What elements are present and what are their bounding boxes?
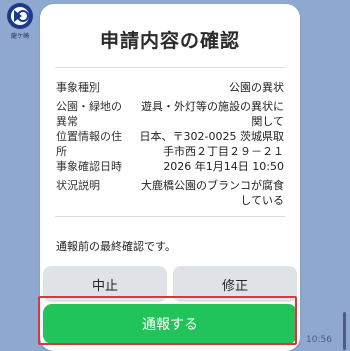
divider bbox=[55, 216, 285, 217]
row-label-event-type: 事象種別 bbox=[56, 81, 100, 94]
row-value-park-issue: 遊具・外灯等の施設の異状に関して bbox=[141, 100, 284, 128]
row-label-confirmed-datetime: 事象確認日時 bbox=[56, 160, 122, 173]
final-check-notice: 通報前の最終確認です。 bbox=[56, 240, 176, 253]
row-label-address: 位置情報の住所 bbox=[56, 130, 122, 158]
city-logo-icon bbox=[6, 2, 34, 30]
row-value-address: 日本、〒302-0025 茨城県取手市西２丁目２９－２１ bbox=[139, 130, 284, 158]
chat-screen: 龍ケ崎 申請内容の確認 事象種別 公園の異状 公園・緑地の異常 遊具・外灯等の施… bbox=[0, 0, 350, 351]
message-timestamp: 10:56 bbox=[306, 335, 332, 345]
scrollbar[interactable] bbox=[343, 312, 346, 350]
row-label-description: 状況説明 bbox=[56, 179, 100, 192]
card-title: 申請内容の確認 bbox=[99, 30, 240, 52]
divider bbox=[55, 67, 285, 68]
logo-caption: 龍ケ崎 bbox=[10, 33, 29, 40]
row-value-description: 大鹿橋公園のブランコが腐食している bbox=[141, 179, 284, 207]
highlight-frame bbox=[38, 296, 297, 345]
row-label-park-issue: 公園・緑地の異常 bbox=[56, 100, 122, 128]
row-value-event-type: 公園の異状 bbox=[229, 81, 284, 94]
row-value-confirmed-datetime: 2026 年1月14日 10:50 bbox=[163, 160, 284, 173]
